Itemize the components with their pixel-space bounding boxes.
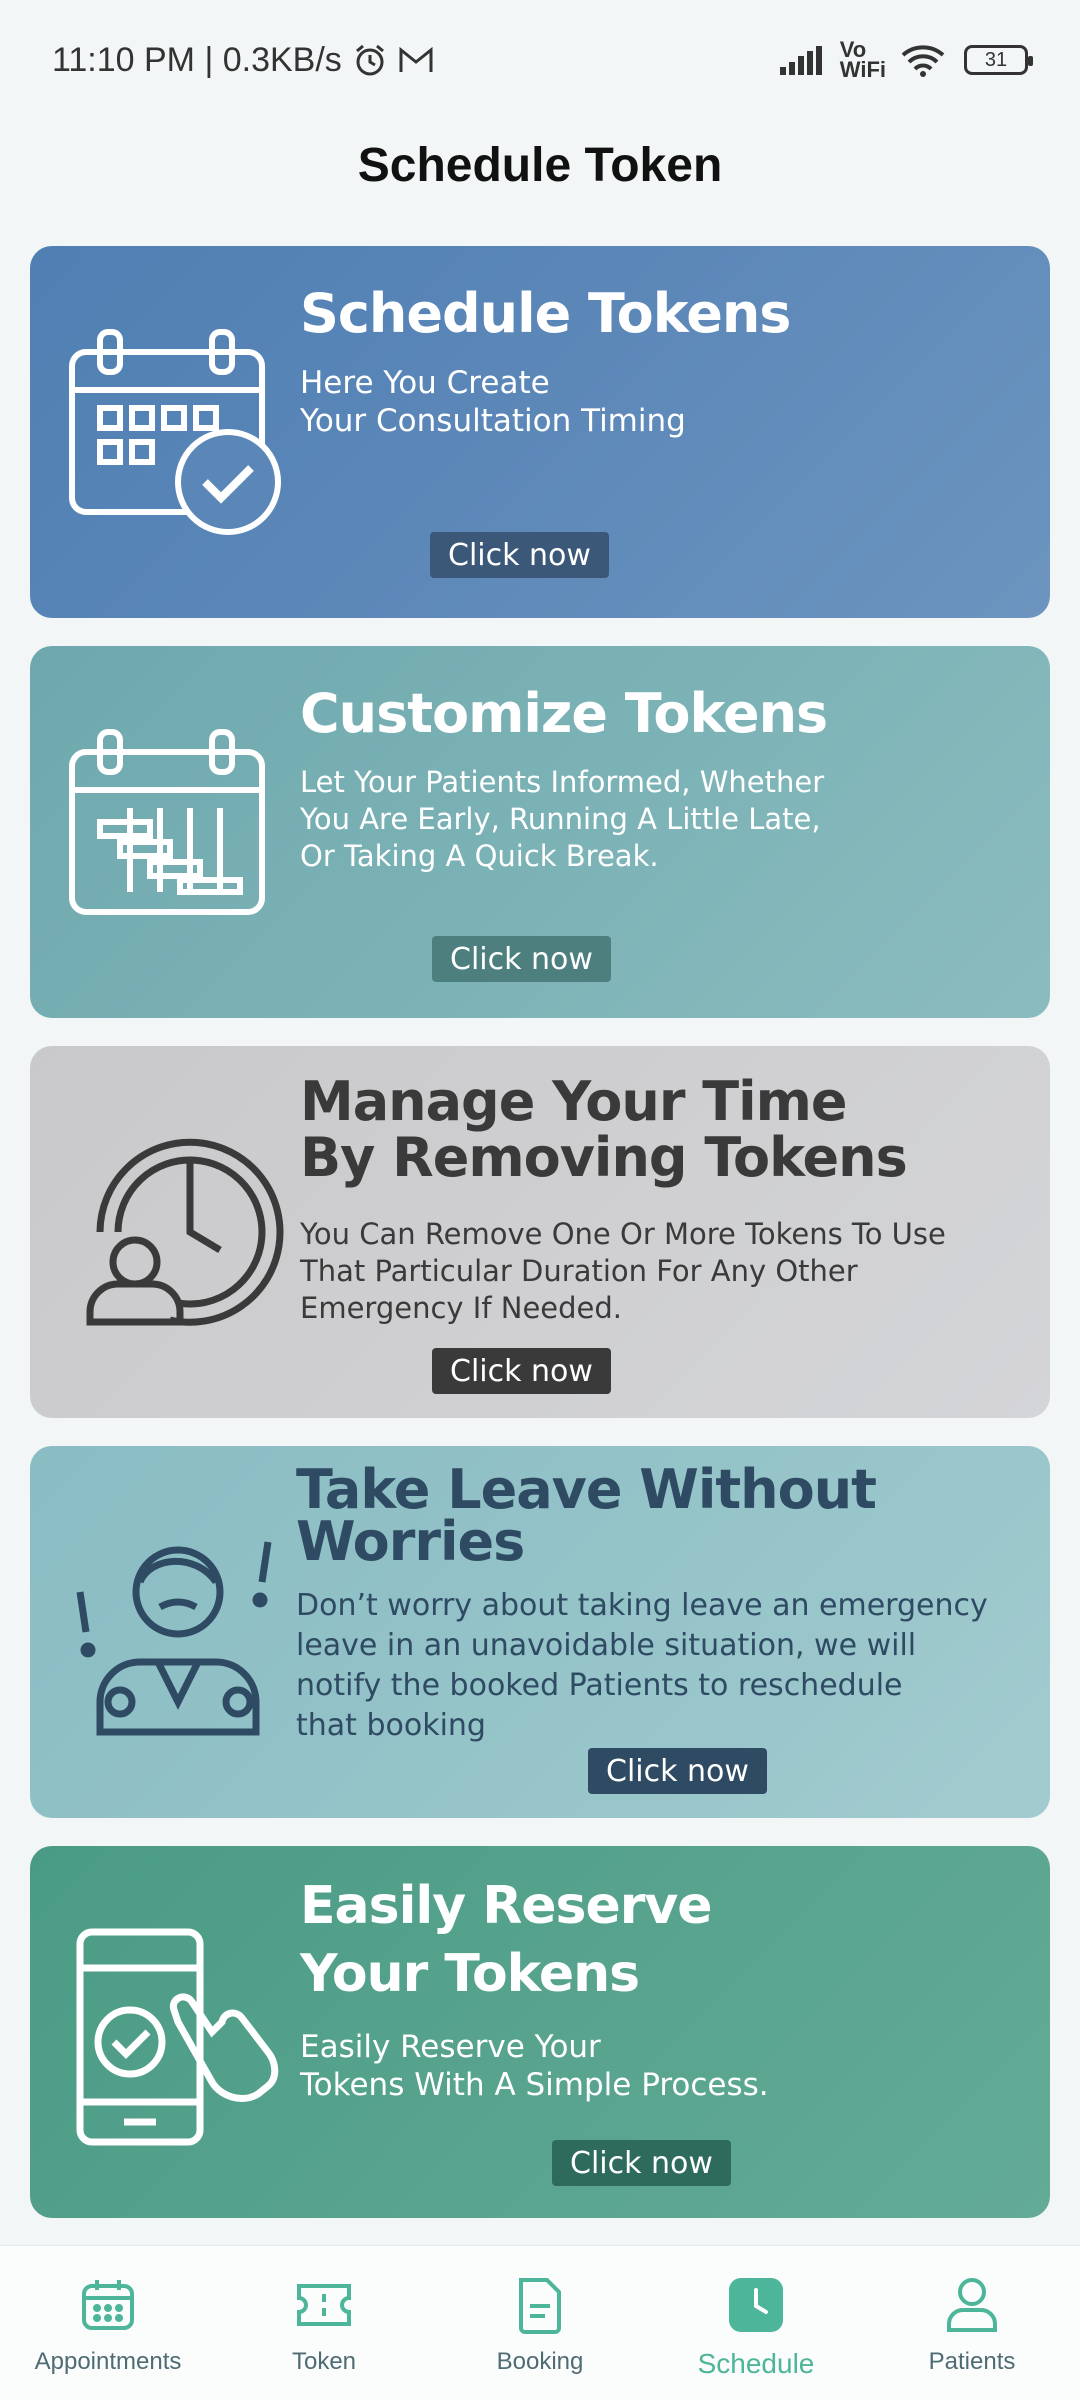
document-icon (509, 2274, 571, 2336)
card-title: Easily Reserve Your Tokens (300, 1876, 713, 2004)
click-now-button[interactable]: Click now (432, 936, 611, 982)
calendar-gantt-icon (60, 712, 300, 952)
click-now-button[interactable]: Click now (588, 1748, 767, 1794)
user-icon (941, 2274, 1003, 2336)
card-title: Customize Tokens (300, 682, 828, 745)
click-now-button[interactable]: Click now (430, 532, 609, 578)
phone-tap-icon (60, 1912, 300, 2152)
clock-user-icon (60, 1112, 300, 1352)
nav-label: Appointments (34, 2348, 182, 2375)
status-right: Vo WiFi 31 (778, 37, 1033, 82)
take-leave-card[interactable]: Take Leave Without Worries Don’t worry a… (30, 1446, 1050, 1818)
worried-doctor-icon (60, 1512, 300, 1752)
vowifi-label: Vo WiFi (839, 37, 886, 82)
nav-label: Token (291, 2348, 357, 2375)
card-title: Schedule Tokens (300, 282, 791, 345)
card-content: Take Leave Without Worries Don’t worry a… (296, 1458, 1020, 1746)
click-now-button[interactable]: Click now (552, 2140, 731, 2186)
clock-icon (725, 2274, 787, 2336)
status-left: 11:10 PM | 0.3KB/s (52, 41, 434, 80)
customize-tokens-card[interactable]: Customize Tokens Let Your Patients Infor… (30, 646, 1050, 1018)
calendar-icon (77, 2274, 139, 2336)
nav-label: Patients (928, 2348, 1016, 2375)
ticket-icon (293, 2274, 355, 2336)
card-title: Take Leave Without Worries (296, 1458, 877, 1573)
nav-label: Booking (496, 2348, 584, 2375)
battery-indicator: 31 (964, 45, 1033, 75)
card-description: Don’t worry about taking leave an emerge… (296, 1588, 988, 1743)
signal-icon (778, 45, 826, 75)
click-now-button[interactable]: Click now (432, 1348, 611, 1394)
nav-schedule[interactable]: Schedule (656, 2274, 856, 2380)
gmail-icon (398, 45, 434, 75)
manage-time-card[interactable]: Manage Your Time By Removing Tokens You … (30, 1046, 1050, 1418)
card-content: Customize Tokens Let Your Patients Infor… (300, 686, 1020, 875)
nav-booking[interactable]: Booking (440, 2274, 640, 2376)
nav-appointments[interactable]: Appointments (8, 2274, 208, 2376)
card-content: Manage Your Time By Removing Tokens You … (300, 1074, 1020, 1327)
status-bar: 11:10 PM | 0.3KB/s Vo WiFi 31 (0, 0, 1080, 120)
card-title: Manage Your Time By Removing Tokens (300, 1070, 908, 1189)
wifi-icon (900, 43, 946, 77)
calendar-check-icon (60, 312, 300, 552)
bottom-nav: Appointments Token Booking Schedule Pati… (0, 2245, 1080, 2400)
card-description: You Can Remove One Or More Tokens To Use… (300, 1217, 946, 1325)
schedule-tokens-card[interactable]: Schedule Tokens Here You Create Your Con… (30, 246, 1050, 618)
card-content: Easily Reserve Your Tokens Easily Reserv… (300, 1872, 1020, 2104)
alarm-icon (352, 42, 388, 78)
card-description: Here You Create Your Consultation Timing (300, 365, 686, 439)
reserve-tokens-card[interactable]: Easily Reserve Your Tokens Easily Reserv… (30, 1846, 1050, 2218)
nav-patients[interactable]: Patients (872, 2274, 1072, 2376)
card-content: Schedule Tokens Here You Create Your Con… (300, 286, 1020, 440)
card-description: Let Your Patients Informed, Whether You … (300, 765, 825, 873)
status-time-speed: 11:10 PM | 0.3KB/s (52, 40, 342, 79)
nav-label: Schedule (697, 2348, 815, 2379)
card-description: Easily Reserve Your Tokens With A Simple… (300, 2029, 769, 2103)
page-title: Schedule Token (357, 139, 723, 192)
nav-token[interactable]: Token (224, 2274, 424, 2376)
